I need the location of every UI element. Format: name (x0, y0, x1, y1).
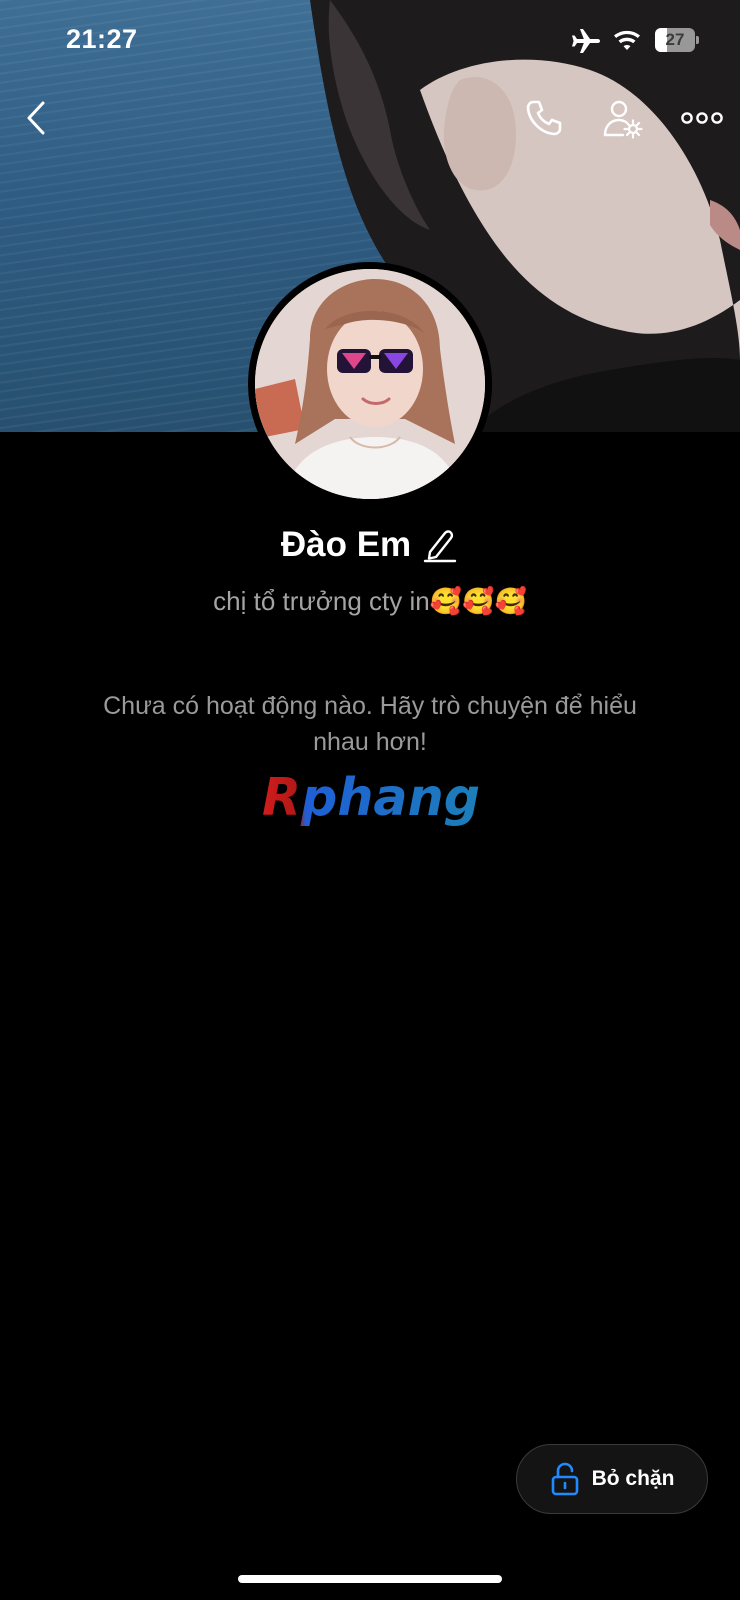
profile-avatar[interactable] (248, 262, 492, 506)
edit-name-button[interactable] (423, 525, 459, 565)
unblock-button[interactable]: Bỏ chặn (516, 1444, 708, 1514)
back-button[interactable] (18, 94, 54, 142)
home-indicator[interactable] (238, 1575, 502, 1583)
status-bar: 21:27 27 (0, 0, 740, 80)
wifi-icon (614, 30, 640, 50)
profile-settings-button[interactable] (600, 96, 646, 142)
watermark-text: Rphang (262, 768, 480, 828)
unblock-label: Bỏ chặn (591, 1467, 675, 1490)
battery-level: 27 (665, 30, 685, 49)
unlock-icon (551, 1462, 578, 1496)
user-settings-icon (603, 100, 643, 139)
profile-name: Đào Em (280, 525, 412, 564)
more-horizontal-icon (681, 112, 723, 124)
phone-icon (526, 100, 562, 136)
chevron-left-icon (27, 101, 45, 135)
empty-activity-message: Chưa có hoạt động nào. Hãy trò chuyện để… (103, 692, 637, 756)
profile-name-row: Đào Em (0, 520, 740, 570)
battery-icon: 27 (655, 28, 699, 52)
call-button[interactable] (522, 96, 566, 140)
pencil-icon (423, 530, 457, 563)
status-time: 21:27 (66, 24, 138, 54)
more-options-button[interactable] (678, 100, 726, 136)
airplane-icon (572, 29, 600, 53)
profile-bio: chị tổ trưởng cty in🥰🥰🥰 (213, 586, 527, 616)
watermark-logo: Rphang (262, 768, 480, 828)
avatar-image (255, 269, 485, 499)
